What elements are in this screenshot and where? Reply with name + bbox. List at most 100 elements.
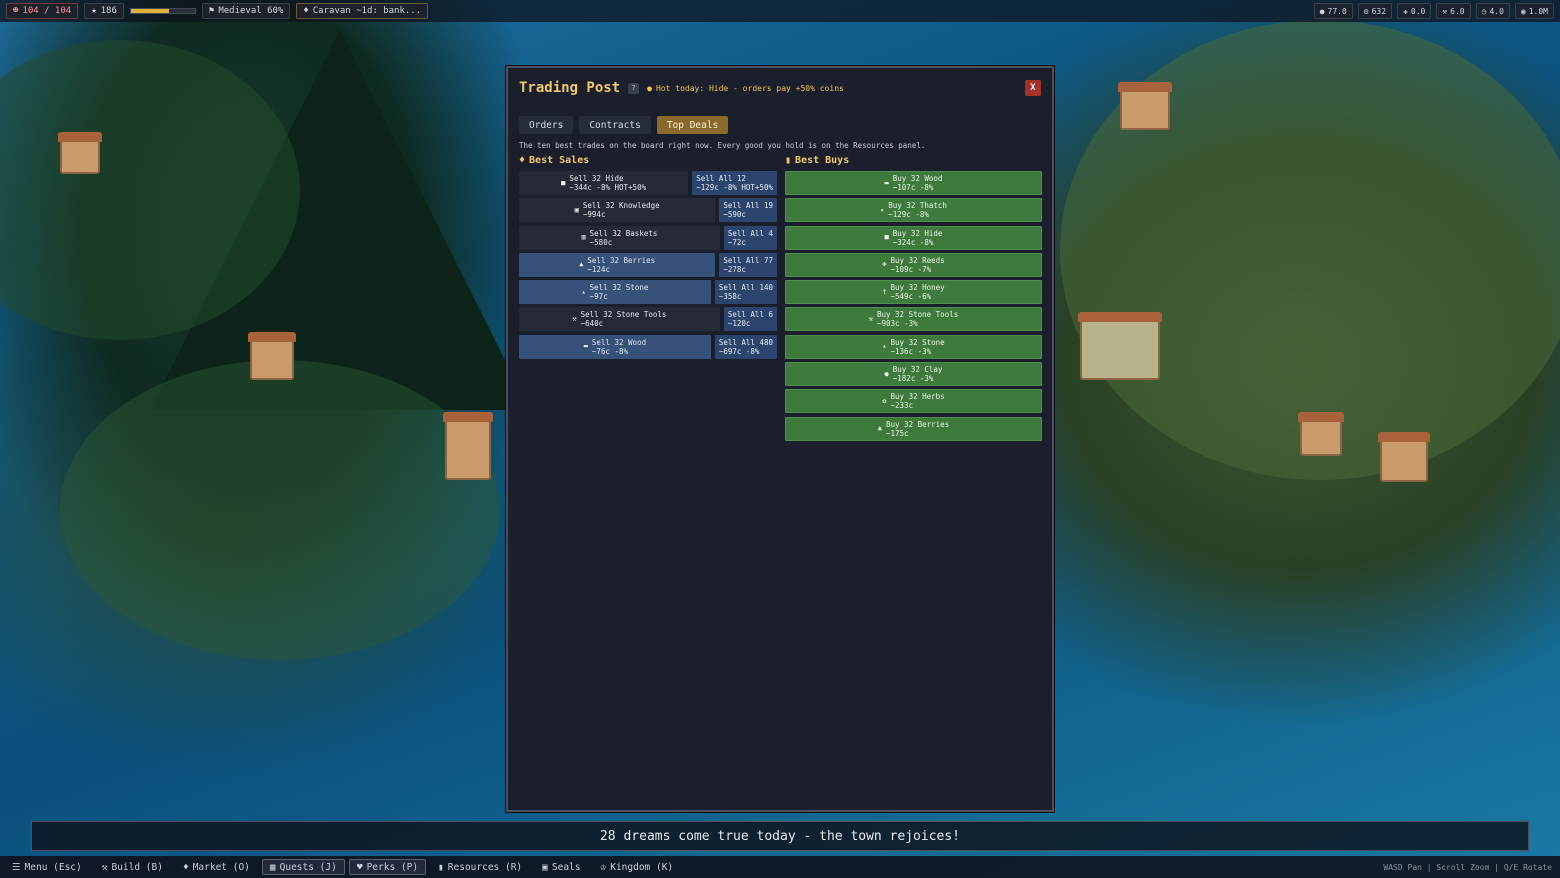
buy-32-button[interactable]: ■ Buy 32 Hide ~324c -8% bbox=[785, 225, 1042, 250]
hot-today-notice: ● Hot today: Hide - orders pay +50% coin… bbox=[647, 84, 844, 93]
sell-all-text: Sell All 77 ~278c bbox=[723, 256, 773, 274]
building-decor bbox=[1078, 312, 1162, 380]
sell-32-button[interactable]: ▥ Sell 32 Baskets ~580c bbox=[519, 225, 720, 250]
sell-all-label: Sell All 12 bbox=[696, 174, 746, 183]
stat-coins-value: 1.0M bbox=[1528, 6, 1548, 16]
sell-all-button[interactable]: Sell All 4 ~72c bbox=[723, 225, 777, 250]
kingdom-button[interactable]: ♔ Kingdom (K) bbox=[592, 859, 681, 875]
sell-all-text: Sell All 12 ~129c -8% HOT+50% bbox=[696, 174, 773, 192]
sell-all-button[interactable]: Sell All 12 ~129c -8% HOT+50% bbox=[692, 171, 777, 195]
perks-button-label: Perks (P) bbox=[366, 861, 419, 873]
seals-button[interactable]: ▣ Seals bbox=[534, 859, 588, 875]
sell-all-button[interactable]: Sell All 140 ~358c bbox=[714, 280, 777, 305]
buy-32-button[interactable]: ▬ Buy 32 Wood ~107c -8% bbox=[785, 171, 1042, 195]
stat-faith[interactable]: ✚ 0.0 bbox=[1397, 3, 1432, 19]
resources-button[interactable]: ▮ Resources (R) bbox=[430, 859, 530, 875]
buy-32-button[interactable]: ● Buy 32 Clay ~182c -3% bbox=[785, 362, 1042, 387]
sell-all-text: Sell All 6 ~120c bbox=[728, 310, 773, 328]
buy-price: ~129c -8% bbox=[888, 210, 929, 220]
building-decor bbox=[443, 412, 493, 480]
sell-all-button[interactable]: Sell All 480 ~697c -8% bbox=[714, 334, 777, 359]
buy-label: Buy 32 Hide bbox=[892, 228, 943, 238]
market-button[interactable]: ♦ Market (O) bbox=[175, 859, 258, 875]
island-left bbox=[0, 40, 300, 340]
buy-label: Buy 32 Clay bbox=[892, 365, 943, 375]
stat-time[interactable]: ◷ 4.0 bbox=[1475, 3, 1510, 19]
heart-icon: ♥ bbox=[356, 861, 363, 873]
sell-all-label: Sell All 19 bbox=[723, 201, 773, 211]
sale-row: ▲ Sell 32 Berries ~124c Sell All 77 ~278c bbox=[519, 252, 777, 277]
sale-row: ⚒ Sell 32 Stone Tools ~640c Sell All 6 ~120c bbox=[519, 307, 777, 332]
honey-icon: † bbox=[882, 287, 887, 296]
sell-all-text: Sell All 140 ~358c bbox=[719, 283, 773, 301]
population-chip[interactable]: ☻ 104 / 104 bbox=[6, 3, 79, 19]
sell-32-button[interactable]: ■ Sell 32 Hide ~344c -8% HOT+50% bbox=[519, 171, 689, 195]
sell-all-price: ~697c -8% bbox=[718, 346, 760, 356]
basket-icon: ▥ bbox=[581, 233, 586, 242]
help-button[interactable]: ? bbox=[628, 82, 640, 94]
buy-price: ~136c -3% bbox=[890, 346, 932, 356]
buy-32-button[interactable]: ✿ Buy 32 Herbs ~233c bbox=[785, 389, 1042, 414]
buy-label: Buy 32 Stone bbox=[890, 337, 945, 347]
sell-all-price: ~590c bbox=[723, 210, 746, 220]
event-message: 28 dreams come true today - the town rej… bbox=[31, 821, 1529, 851]
buy-32-button[interactable]: ⚒ Buy 32 Stone Tools ~903c -3% bbox=[785, 307, 1042, 332]
best-buys-title: Best Buys bbox=[795, 155, 850, 166]
hot-today-text: Hot today: Hide - orders pay +50% coins bbox=[655, 83, 844, 93]
close-button[interactable]: X bbox=[1025, 80, 1041, 96]
sell-32-button[interactable]: ⚒ Sell 32 Stone Tools ~640c bbox=[519, 307, 720, 332]
sell-all-button[interactable]: Sell All 6 ~120c bbox=[723, 307, 777, 332]
buy-text: Buy 32 Clay ~182c -3% bbox=[893, 365, 943, 383]
menu-button[interactable]: ☰ Menu (Esc) bbox=[4, 859, 90, 875]
gear-icon: ⚙ bbox=[1363, 6, 1369, 16]
stat-coins[interactable]: ◉ 1.0M bbox=[1514, 3, 1554, 19]
stat-faith-value: 0.0 bbox=[1410, 6, 1426, 16]
build-button[interactable]: ⚒ Build (B) bbox=[94, 859, 171, 875]
cross-icon: ✚ bbox=[1403, 6, 1408, 16]
stat-gears[interactable]: ⚙ 632 bbox=[1357, 3, 1393, 19]
sell-32-price: ~640c bbox=[580, 319, 604, 329]
buy-text: Buy 32 Stone ~136c -3% bbox=[891, 338, 945, 356]
tab-top-deals[interactable]: Top Deals bbox=[656, 116, 729, 134]
seals-button-label: Seals bbox=[551, 861, 581, 873]
buy-32-button[interactable]: † Buy 32 Honey ~549c -6% bbox=[785, 280, 1042, 305]
sell-32-button[interactable]: ▴ Sell 32 Stone ~97c bbox=[519, 280, 711, 305]
buy-32-button[interactable]: ▲ Buy 32 Berries ~175c bbox=[785, 416, 1042, 441]
tab-contracts[interactable]: Contracts bbox=[579, 116, 651, 134]
tag-icon: ♦ bbox=[519, 155, 526, 166]
quests-button[interactable]: ▦ Quests (J) bbox=[261, 859, 345, 875]
buy-32-button[interactable]: ✦ Buy 32 Thatch ~129c -8% bbox=[785, 198, 1042, 223]
pickaxe-icon: ⚒ bbox=[868, 314, 873, 323]
island-right bbox=[1060, 20, 1560, 480]
buy-32-button[interactable]: ▴ Buy 32 Stone ~136c -3% bbox=[785, 334, 1042, 359]
buy-label: Buy 32 Wood bbox=[892, 174, 943, 183]
stars-chip[interactable]: ★ 186 bbox=[84, 3, 124, 19]
sell-all-button[interactable]: Sell All 19 ~590c bbox=[719, 198, 777, 223]
stat-tools[interactable]: ⚒ 6.0 bbox=[1436, 3, 1471, 19]
perks-button[interactable]: ♥ Perks (P) bbox=[348, 859, 427, 875]
sell-32-button[interactable]: ▣ Sell 32 Knowledge ~994c bbox=[519, 198, 716, 223]
tab-orders[interactable]: Orders bbox=[519, 116, 574, 134]
sell-all-button[interactable]: Sell All 77 ~278c bbox=[719, 252, 777, 277]
intro-text: The ten best trades on the board right n… bbox=[519, 141, 926, 150]
kingdom-button-label: Kingdom (K) bbox=[610, 861, 674, 873]
book-icon: ▣ bbox=[574, 205, 579, 214]
buy-text: Buy 32 Hide ~324c -8% bbox=[893, 229, 943, 247]
sell-all-label: Sell All 6 bbox=[727, 310, 773, 320]
build-button-label: Build (B) bbox=[111, 861, 163, 873]
buy-32-button[interactable]: ✤ Buy 32 Reeds ~109c -7% bbox=[785, 252, 1042, 277]
best-sales-list: ■ Sell 32 Hide ~344c -8% HOT+50% Sell All 1… bbox=[519, 171, 777, 362]
sell-all-price: ~358c bbox=[718, 292, 742, 302]
stat-food[interactable]: ● 77.0 bbox=[1313, 3, 1353, 19]
era-progress-bar bbox=[129, 8, 196, 14]
flag-icon: ⚑ bbox=[208, 6, 215, 16]
sell-all-label: Sell All 480 bbox=[718, 337, 773, 347]
sell-32-button[interactable]: ▲ Sell 32 Berries ~124c bbox=[519, 252, 716, 277]
caravan-chip[interactable]: ♦ Caravan ~1d: bank... bbox=[296, 3, 429, 19]
sell-32-button[interactable]: ▬ Sell 32 Wood ~76c -8% bbox=[519, 334, 711, 359]
sell-32-label: Sell 32 Berries bbox=[587, 255, 656, 265]
population-value: 104 / 104 bbox=[22, 6, 72, 16]
clock-icon: ◷ bbox=[1481, 6, 1487, 16]
sell-32-text: Sell 32 Baskets ~580c bbox=[590, 229, 658, 247]
era-chip[interactable]: ⚑ Medieval 60% bbox=[201, 3, 291, 19]
